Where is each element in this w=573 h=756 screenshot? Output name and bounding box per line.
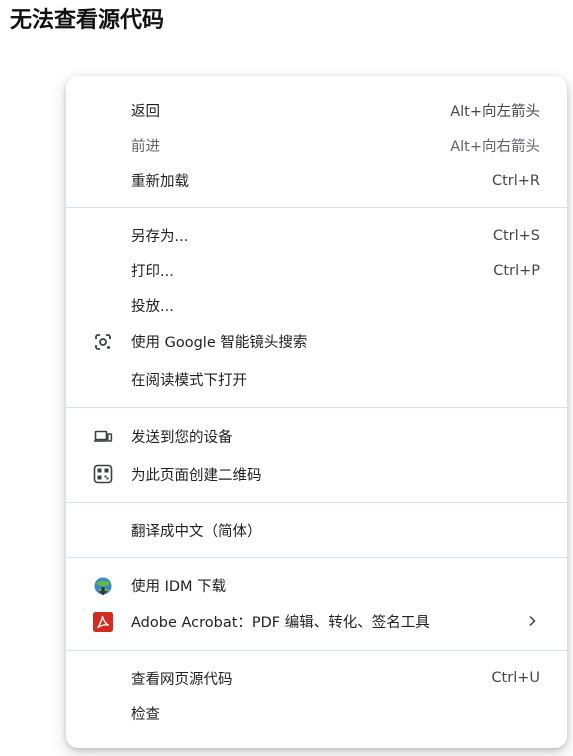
menu-separator	[66, 207, 567, 208]
menu-item-label: 在阅读模式下打开	[131, 372, 247, 389]
menu-item-shortcut: Ctrl+S	[492, 227, 540, 244]
nav-group: 返回 Alt+向左箭头 前进 Alt+向右箭头 重新加载 Ctrl+R	[66, 93, 567, 198]
menu-item-reload[interactable]: 重新加载 Ctrl+R	[66, 163, 567, 198]
menu-separator	[66, 649, 567, 651]
menu-item-label: 返回	[131, 104, 160, 120]
menu-item-label: 重新加载	[131, 174, 189, 190]
menu-item-google-lens[interactable]: 使用 Google 智能镜头搜索	[66, 323, 567, 361]
menu-item-shortcut: Alt+向右箭头	[450, 139, 540, 155]
menu-item-shortcut: Ctrl+U	[491, 670, 540, 686]
page-title: 无法查看源代码	[10, 8, 165, 33]
menu-item-view-source[interactable]: 查看网页源代码 Ctrl+U	[66, 661, 567, 696]
menu-item-shortcut: Alt+向左箭头	[450, 104, 540, 120]
menu-item-shortcut: Ctrl+R	[491, 172, 540, 189]
menu-item-translate[interactable]: 翻译成中文（简体）	[66, 513, 567, 548]
menu-item-label: 为此页面创建二维码	[131, 467, 262, 484]
menu-item-label: Adobe Acrobat：PDF 编辑、转化、签名工具	[131, 615, 430, 632]
menu-item-label: 检查	[131, 706, 160, 723]
menu-item-shortcut: Ctrl+P	[493, 262, 540, 279]
developer-group: 查看网页源代码 Ctrl+U 检查	[66, 661, 567, 731]
devices-icon	[92, 426, 114, 448]
menu-item-adobe-acrobat[interactable]: Adobe Acrobat：PDF 编辑、转化、签名工具	[66, 603, 567, 641]
menu-item-save-as[interactable]: 另存为... Ctrl+S	[66, 218, 567, 253]
menu-separator	[66, 407, 567, 408]
menu-item-idm-download[interactable]: 使用 IDM 下载	[66, 568, 567, 603]
menu-item-qr-code[interactable]: 为此页面创建二维码	[66, 456, 567, 494]
menu-item-label: 查看网页源代码	[131, 671, 233, 688]
menu-item-label: 使用 IDM 下载	[131, 579, 227, 595]
menu-item-cast[interactable]: 投放...	[66, 288, 567, 323]
extensions-group: 使用 IDM 下载 Adobe Acrobat：PDF 编辑、转化、签名工具	[66, 568, 567, 641]
qr-code-icon	[92, 463, 114, 485]
idm-icon	[92, 575, 114, 597]
menu-separator	[66, 557, 567, 558]
menu-item-inspect[interactable]: 检查	[66, 696, 567, 731]
menu-item-label: 投放...	[131, 299, 174, 315]
acrobat-icon	[92, 611, 114, 633]
menu-item-label: 前进	[131, 139, 160, 155]
menu-item-forward[interactable]: 前进 Alt+向右箭头	[66, 128, 567, 163]
menu-separator	[66, 502, 567, 503]
menu-item-print[interactable]: 打印... Ctrl+P	[66, 253, 567, 288]
context-menu: 返回 Alt+向左箭头 前进 Alt+向右箭头 重新加载 Ctrl+R 另存为.…	[66, 76, 567, 748]
menu-item-reading-mode[interactable]: 在阅读模式下打开	[66, 361, 567, 399]
menu-item-label: 翻译成中文（简体）	[131, 524, 262, 540]
translate-group: 翻译成中文（简体）	[66, 513, 567, 548]
menu-item-send-to-devices[interactable]: 发送到您的设备	[66, 418, 567, 456]
chevron-right-icon	[527, 612, 537, 631]
menu-item-label: 打印...	[131, 264, 174, 280]
menu-item-label: 发送到您的设备	[131, 430, 233, 447]
share-group: 发送到您的设备 为此页面创建二维码	[66, 418, 567, 493]
page-actions-group: 另存为... Ctrl+S 打印... Ctrl+P 投放... 使用 Goog…	[66, 218, 567, 398]
menu-item-label: 使用 Google 智能镜头搜索	[131, 335, 308, 352]
lens-icon	[92, 331, 114, 353]
menu-item-back[interactable]: 返回 Alt+向左箭头	[66, 93, 567, 128]
menu-item-label: 另存为...	[131, 229, 189, 245]
